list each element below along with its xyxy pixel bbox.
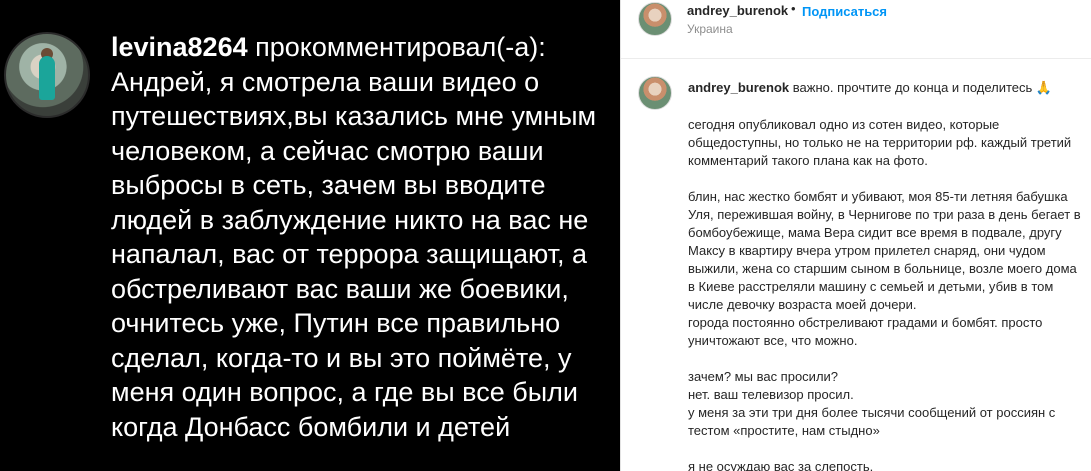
instagram-post: levina8264 прокомментировал(-а): Андрей,… (0, 0, 1091, 471)
header-separator: • (791, 1, 796, 16)
comment-username: levina8264 (111, 32, 248, 62)
post-side-panel: andrey_burenok • Подписаться Украина and… (620, 0, 1091, 471)
caption-headline: важно. прочтите до конца и поделитесь 🙏 (792, 80, 1053, 95)
author-avatar[interactable] (638, 2, 672, 36)
post-header: andrey_burenok • Подписаться Украина (621, 0, 1091, 59)
comment-text: Андрей, я смотрела ваши видео о путешест… (111, 66, 597, 442)
avatar-figure-body (39, 56, 55, 100)
screenshot-comment: levina8264 прокомментировал(-а): Андрей,… (111, 30, 611, 444)
caption-author-avatar[interactable] (638, 76, 672, 110)
follow-button[interactable]: Подписаться (802, 4, 887, 19)
commenter-avatar (4, 32, 90, 118)
post-location[interactable]: Украина (687, 22, 733, 36)
comment-action: прокомментировал(-а): (255, 32, 546, 62)
caption-username[interactable]: andrey_burenok (688, 80, 789, 95)
post-image[interactable]: levina8264 прокомментировал(-а): Андрей,… (0, 0, 620, 471)
caption-body: сегодня опубликовал одно из сотен видео,… (688, 117, 1081, 471)
author-username[interactable]: andrey_burenok (687, 3, 788, 18)
caption-first-line: andrey_burenok важно. прочтите до конца … (688, 80, 1052, 96)
